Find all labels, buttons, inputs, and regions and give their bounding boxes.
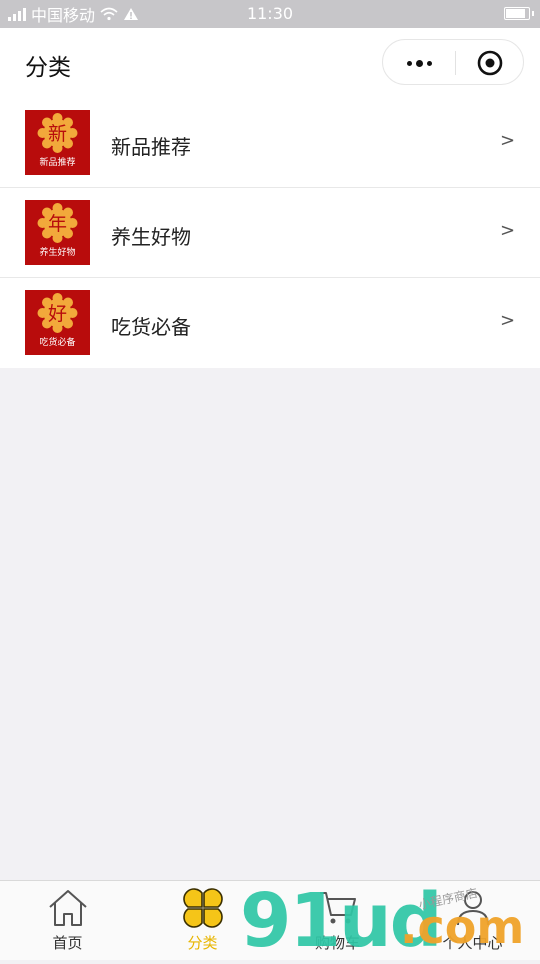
thumb-caption: 吃货必备 [39,338,76,348]
category-item-foodie[interactable]: 好 吃货必备 吃货必备 > [0,278,540,368]
good-badge-icon: 好 [37,293,78,333]
page-title: 分类 [25,55,71,81]
status-bar: 中国移动 11:30 [0,0,540,28]
more-button[interactable] [383,40,455,86]
category-item-health[interactable]: 年 养生好物 养生好物 > [0,188,540,278]
badge-char: 新 [48,123,67,145]
cart-icon [320,892,356,924]
thumb-caption: 养生好物 [39,248,76,258]
user-icon [457,891,489,926]
home-icon [49,890,87,926]
more-dot-icon [406,60,412,66]
category-item-new[interactable]: 新 新品推荐 新品推荐 > [0,98,540,188]
status-time: 11:30 [246,4,294,23]
tab-profile[interactable]: 个人中心 [405,881,540,961]
battery-fill [506,9,525,18]
new-badge-icon: 新 [37,113,78,153]
chevron-right-icon: > [500,220,516,241]
year-badge-icon: 年 [37,203,78,243]
category-icon [183,888,223,928]
battery-icon [504,7,534,20]
tab-bar: 首页 分类 购物车 个人中心 [0,880,540,960]
category-name: 养生好物 [111,225,191,249]
category-name: 吃货必备 [111,315,191,339]
tab-category[interactable]: 分类 [135,881,270,961]
tab-label: 分类 [187,934,218,952]
category-list: 新 新品推荐 新品推荐 > 年 养生好物 养生好物 > 好 吃货必备 吃货必备 … [0,98,540,368]
category-thumb: 新 新品推荐 [25,110,90,175]
tab-label: 个人中心 [442,934,503,952]
category-thumb: 年 养生好物 [25,200,90,265]
close-target-icon [477,50,503,76]
thumb-caption: 新品推荐 [39,158,76,168]
category-thumb: 好 吃货必备 [25,290,90,355]
nav-bar: 分类 [0,28,540,98]
category-name: 新品推荐 [111,135,191,159]
tab-home[interactable]: 首页 [0,881,135,961]
tab-label: 购物车 [314,934,360,952]
badge-char: 年 [48,213,67,235]
close-button[interactable] [456,40,524,86]
mini-program-capsule [382,39,524,85]
tab-cart[interactable]: 购物车 [270,881,405,961]
tab-label: 首页 [52,934,83,952]
chevron-right-icon: > [500,310,516,331]
more-dot-icon [426,60,432,66]
more-dot-icon [415,59,423,67]
badge-char: 好 [48,303,67,325]
chevron-right-icon: > [500,130,516,151]
